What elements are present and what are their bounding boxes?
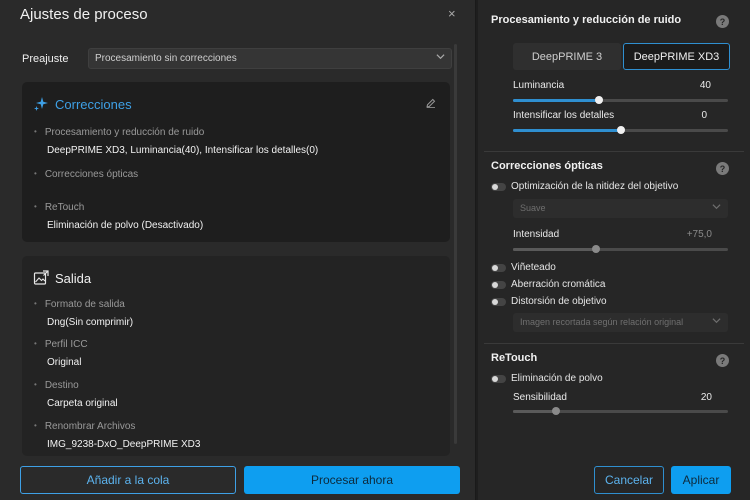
intensity-value: +75,0: [686, 229, 712, 240]
preset-label: Preajuste: [22, 53, 69, 65]
item-label: Procesamiento y reducción de ruido: [34, 127, 318, 138]
sharpness-label: Optimización de la nitidez del objetivo: [511, 181, 679, 192]
item-label: Perfil ICC: [34, 339, 88, 350]
chromatic-toggle[interactable]: [491, 280, 506, 289]
item-value: IMG_9238-DxO_DeepPRIME XD3: [47, 439, 201, 450]
chevron-down-icon: [712, 202, 721, 213]
process-now-button[interactable]: Procesar ahora: [244, 466, 460, 494]
item-value: Dng(Sin comprimir): [47, 317, 134, 328]
crop-select[interactable]: Imagen recortada según relación original: [513, 313, 728, 332]
item-label: Renombrar Archivos: [34, 421, 200, 432]
slider-handle[interactable]: [591, 245, 600, 253]
vignetting-label: Viñeteado: [511, 262, 556, 273]
details-slider[interactable]: [513, 126, 728, 134]
item-value: DeepPRIME XD3, Luminancia(40), Intensifi…: [47, 145, 319, 156]
slider-handle[interactable]: [552, 407, 560, 415]
dust-label: Eliminación de polvo: [511, 373, 603, 384]
vignetting-toggle-row[interactable]: Viñeteado: [491, 262, 556, 273]
output-item: Destino Carpeta original: [34, 380, 118, 409]
close-icon[interactable]: ×: [448, 6, 456, 21]
corrections-item: ReTouch Eliminación de polvo (Desactivad…: [34, 202, 203, 231]
mode-deepprime-xd3[interactable]: DeepPRIME XD3: [623, 43, 730, 70]
slider-fill: [513, 99, 599, 102]
sharpness-toggle[interactable]: [491, 182, 506, 191]
intensity-label: Intensidad: [513, 229, 560, 240]
dust-toggle[interactable]: [491, 374, 506, 383]
dust-toggle-row[interactable]: Eliminación de polvo: [491, 373, 603, 384]
crop-select-value: Imagen recortada según relación original: [520, 317, 684, 327]
section-divider: [484, 151, 744, 152]
image-export-icon: [33, 270, 49, 286]
section-divider: [484, 343, 744, 344]
output-card: Salida Formato de salida Dng(Sin comprim…: [22, 256, 450, 456]
retouch-section-title: ReTouch: [491, 352, 538, 364]
distortion-label: Distorsión de objetivo: [511, 296, 607, 307]
cancel-button[interactable]: Cancelar: [594, 466, 664, 494]
luminance-label: Luminancia: [513, 80, 565, 91]
edit-icon[interactable]: [426, 98, 436, 111]
output-item: Perfil ICC Original: [34, 339, 88, 368]
corrections-item: Correcciones ópticas: [34, 169, 138, 180]
optical-section-title: Correcciones ópticas: [491, 160, 603, 172]
dialog-title: Ajustes de proceso: [20, 6, 148, 23]
item-label: Destino: [34, 380, 118, 391]
corrections-card-header: Correcciones: [33, 96, 132, 112]
scrollbar[interactable]: [454, 44, 457, 444]
chromatic-label: Aberración cromática: [511, 279, 606, 290]
item-label: Formato de salida: [34, 299, 133, 310]
slider-handle[interactable]: [595, 96, 603, 104]
item-value: Carpeta original: [47, 398, 118, 409]
add-to-queue-button[interactable]: Añadir a la cola: [20, 466, 236, 494]
item-label: ReTouch: [34, 202, 203, 213]
chevron-down-icon: [436, 52, 445, 64]
sharpness-select[interactable]: Suave: [513, 199, 728, 218]
slider-fill: [513, 410, 556, 413]
preset-select[interactable]: Procesamiento sin correcciones: [88, 48, 452, 69]
apply-button[interactable]: Aplicar: [671, 466, 731, 494]
item-value: Original: [47, 357, 82, 368]
chevron-down-icon: [712, 316, 721, 327]
luminance-slider[interactable]: [513, 96, 728, 104]
sharpness-toggle-row[interactable]: Optimización de la nitidez del objetivo: [491, 181, 678, 192]
corrections-card-title: Correcciones: [55, 96, 132, 112]
slider-fill: [513, 248, 596, 251]
process-settings-dialog: Ajustes de proceso × Preajuste Procesami…: [0, 0, 476, 500]
sensitivity-label: Sensibilidad: [513, 392, 567, 403]
luminance-value: 40: [699, 80, 711, 91]
slider-fill: [513, 129, 621, 132]
chromatic-toggle-row[interactable]: Aberración cromática: [491, 279, 605, 290]
item-label: Correcciones ópticas: [34, 169, 138, 180]
details-label: Intensificar los detalles: [513, 110, 615, 121]
distortion-toggle[interactable]: [491, 297, 506, 306]
vignetting-toggle[interactable]: [491, 263, 506, 272]
noise-section-title: Procesamiento y reducción de ruido: [491, 14, 682, 26]
settings-panel: Procesamiento y reducción de ruido ? Dee…: [478, 0, 750, 500]
sharpness-select-value: Suave: [520, 203, 546, 213]
details-value: 0: [701, 110, 707, 121]
help-icon[interactable]: ?: [716, 162, 729, 175]
corrections-item: Procesamiento y reducción de ruido DeepP…: [34, 127, 318, 156]
output-card-title: Salida: [55, 270, 92, 286]
slider-handle[interactable]: [616, 126, 625, 134]
sensitivity-value: 20: [700, 392, 712, 403]
intensity-slider[interactable]: [513, 245, 728, 253]
preset-select-value: Procesamiento sin correcciones: [95, 53, 237, 64]
output-item: Renombrar Archivos IMG_9238-DxO_DeepPRIM…: [34, 421, 201, 456]
sensitivity-slider[interactable]: [513, 407, 728, 415]
item-value: Eliminación de polvo (Desactivado): [47, 220, 204, 231]
sparkle-icon: [33, 96, 49, 112]
output-item: Formato de salida Dng(Sin comprimir): [34, 299, 133, 328]
corrections-card: Correcciones Procesamiento y reducción d…: [22, 82, 450, 242]
distortion-toggle-row[interactable]: Distorsión de objetivo: [491, 296, 607, 307]
output-card-header: Salida: [33, 270, 91, 286]
mode-deepprime-3[interactable]: DeepPRIME 3: [513, 43, 621, 70]
help-icon[interactable]: ?: [716, 354, 729, 367]
help-icon[interactable]: ?: [716, 15, 729, 28]
